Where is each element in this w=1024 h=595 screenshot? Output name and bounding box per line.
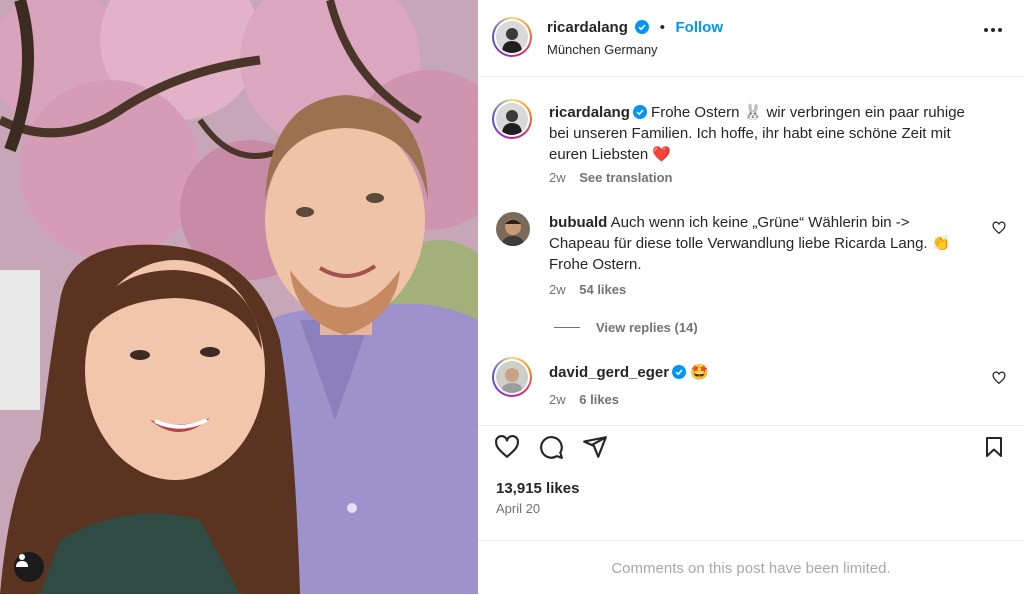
comment-time[interactable]: 2w	[549, 282, 566, 297]
separator-dot: •	[659, 19, 666, 36]
follow-button[interactable]: Follow	[676, 19, 724, 36]
caption-meta: 2w See translation	[549, 170, 672, 185]
likes-count[interactable]: 13,915 likes	[496, 480, 579, 497]
verified-icon	[635, 20, 650, 34]
post-caption: ricardalang Frohe Ostern 🐰 wir verbringe…	[549, 102, 989, 165]
post-date[interactable]: April 20	[496, 501, 540, 516]
comment-1-meta: 2w 54 likes	[549, 282, 626, 297]
photo-illustration	[0, 0, 478, 594]
comment-text: 🤩	[690, 364, 709, 381]
caption-username[interactable]: ricardalang	[549, 104, 630, 121]
caption-avatar[interactable]	[492, 99, 532, 139]
avatar-image	[496, 212, 530, 246]
bookmark-icon[interactable]	[982, 434, 1006, 460]
comment-text: Auch wenn ich keine „Grüne“ Wählerin bin…	[549, 214, 951, 273]
more-options-icon[interactable]	[984, 28, 1002, 32]
avatar-image	[496, 361, 528, 393]
comment-username[interactable]: bubuald	[549, 214, 607, 231]
post-header: ricardalang • Follow München Germany	[478, 0, 1024, 77]
caption-time[interactable]: 2w	[549, 170, 566, 185]
see-translation-button[interactable]: See translation	[579, 170, 672, 185]
heart-icon[interactable]	[494, 434, 520, 460]
view-replies-button[interactable]: View replies (14)	[554, 320, 698, 335]
comment-likes[interactable]: 6 likes	[579, 392, 619, 407]
caption-text-start: Frohe Ostern	[651, 104, 740, 121]
action-bar	[478, 425, 1024, 476]
comment-username[interactable]: david_gerd_eger	[549, 364, 669, 381]
view-replies-label[interactable]: View replies (14)	[596, 320, 698, 335]
comment-2: david_gerd_eger 🤩	[549, 362, 969, 383]
avatar-image	[496, 103, 528, 135]
comments-limited-notice: Comments on this post have been limited.	[478, 540, 1024, 595]
avatar-image	[496, 21, 528, 53]
user-tag-icon	[16, 554, 28, 567]
user-tag-button[interactable]	[14, 552, 44, 582]
commenter-avatar[interactable]	[496, 212, 530, 246]
comment-likes[interactable]: 54 likes	[579, 282, 626, 297]
comment-like-icon[interactable]	[992, 371, 1006, 385]
comment-1: bubuald Auch wenn ich keine „Grüne“ Wähl…	[549, 212, 969, 275]
comment-icon[interactable]	[538, 434, 564, 460]
verified-icon	[672, 365, 687, 379]
verified-icon	[632, 105, 647, 119]
post-details-panel: ricardalang • Follow München Germany ric…	[478, 0, 1024, 594]
author-avatar[interactable]	[492, 17, 532, 57]
commenter-avatar[interactable]	[492, 357, 532, 397]
post-photo[interactable]	[0, 0, 478, 594]
comment-time[interactable]: 2w	[549, 392, 566, 407]
share-icon[interactable]	[582, 434, 608, 460]
comment-like-icon[interactable]	[992, 221, 1006, 235]
bunny-emoji: 🐰	[743, 104, 763, 121]
heart-emoji: ❤️	[652, 146, 672, 163]
replies-line	[554, 327, 580, 328]
post-location[interactable]: München Germany	[547, 42, 658, 57]
comment-2-meta: 2w 6 likes	[549, 392, 619, 407]
author-username[interactable]: ricardalang	[547, 19, 628, 36]
